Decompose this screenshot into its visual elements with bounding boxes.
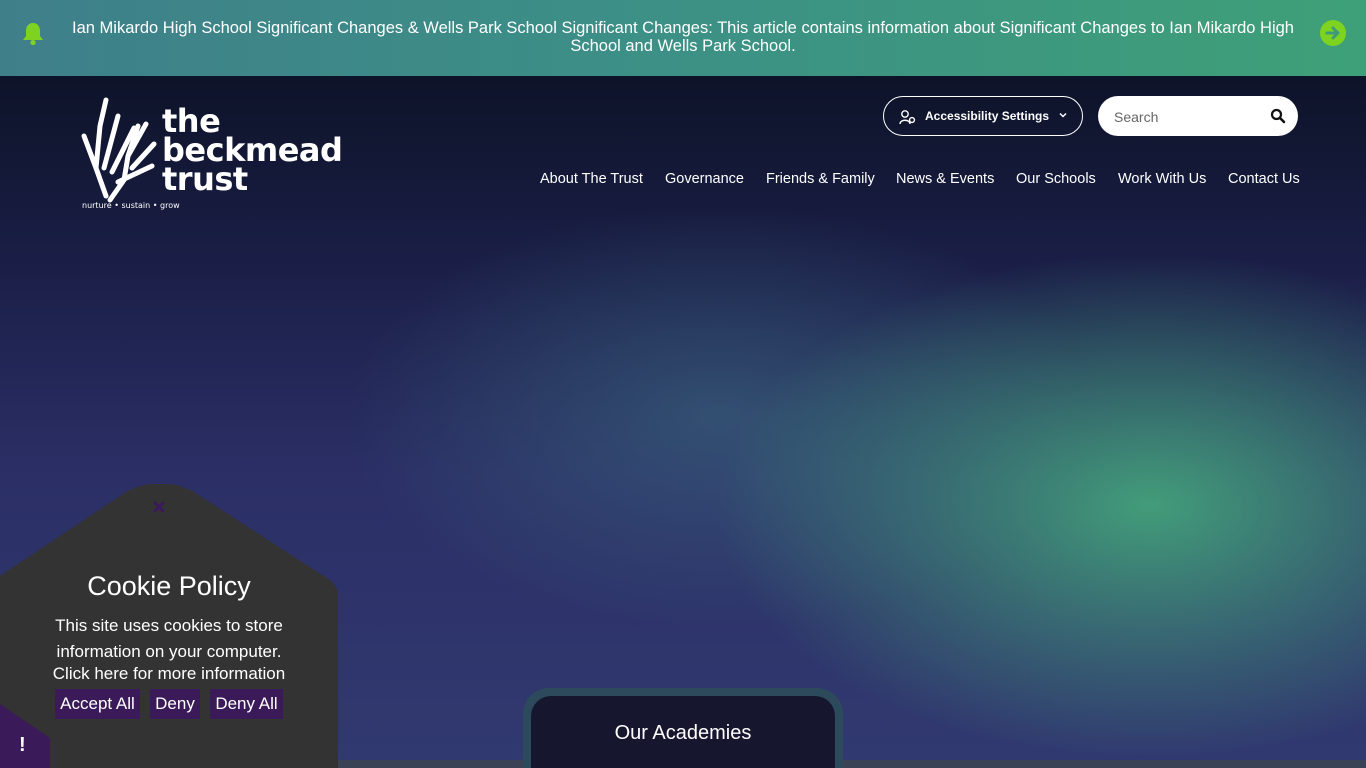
accessibility-settings-button[interactable]: Accessibility Settings bbox=[883, 96, 1083, 136]
alert-banner: Ian Mikardo High School Significant Chan… bbox=[0, 0, 1366, 76]
nav-item-contact-us[interactable]: Contact Us bbox=[1228, 171, 1300, 187]
accept-all-button[interactable]: Accept All bbox=[55, 689, 140, 719]
nav-item-governance[interactable]: Governance bbox=[665, 171, 744, 187]
logo-tagline: nurture • sustain • grow bbox=[82, 201, 180, 210]
arrow-right-icon[interactable] bbox=[1320, 20, 1346, 46]
chevron-down-icon bbox=[1059, 112, 1067, 118]
user-gear-icon bbox=[899, 110, 916, 125]
nav-item-our-schools[interactable]: Our Schools bbox=[1016, 171, 1096, 187]
cookie-more-info-link[interactable]: Click here for more information bbox=[0, 664, 338, 684]
cookie-policy-body: This site uses cookies to store informat… bbox=[55, 616, 283, 661]
nav-item-friends-family[interactable]: Friends & Family bbox=[766, 171, 875, 187]
search-input[interactable] bbox=[1112, 96, 1261, 138]
main-nav: About The Trust Governance Friends & Fam… bbox=[0, 171, 1366, 191]
deny-button[interactable]: Deny bbox=[150, 689, 200, 719]
cookie-policy-text: This site uses cookies to store informat… bbox=[0, 613, 338, 664]
deny-all-button[interactable]: Deny All bbox=[210, 689, 283, 719]
bell-icon bbox=[23, 23, 43, 46]
nav-item-work-with-us[interactable]: Work With Us bbox=[1118, 171, 1206, 187]
nav-item-about[interactable]: About The Trust bbox=[540, 171, 643, 187]
academies-title: Our Academies bbox=[614, 722, 752, 744]
close-icon[interactable] bbox=[151, 499, 167, 515]
nav-item-news-events[interactable]: News & Events bbox=[896, 171, 994, 187]
cookie-policy-title: Cookie Policy bbox=[87, 571, 251, 601]
search-icon[interactable] bbox=[1270, 108, 1286, 124]
cookie-alert-icon[interactable]: ! bbox=[19, 734, 26, 757]
search-box bbox=[1098, 96, 1298, 138]
accessibility-settings-label: Accessibility Settings bbox=[925, 109, 1050, 123]
alert-text[interactable]: Ian Mikardo High School Significant Chan… bbox=[60, 19, 1306, 55]
